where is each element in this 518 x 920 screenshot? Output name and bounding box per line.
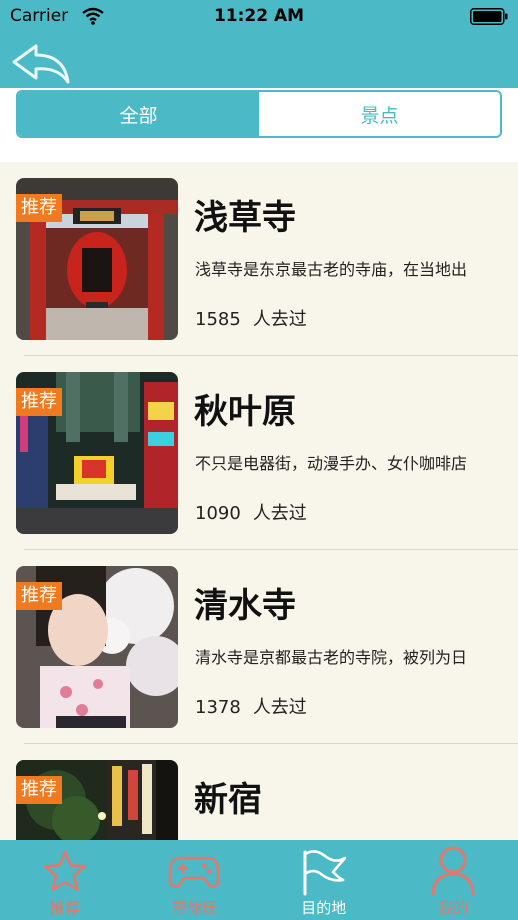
recommend-badge: 推荐 [16,776,62,804]
tab-label: 推荐 [49,899,80,917]
place-title: 秋叶原 [194,392,296,432]
flag-icon [303,850,347,896]
nav-header: Carrier 11:22 AM [0,0,518,88]
place-thumbnail: 推荐 [16,372,178,534]
place-description: 清水寺是京都最古老的寺院，被列为日 [195,648,468,667]
segment-all[interactable]: 全部 [18,92,259,136]
segmented-control: 全部 景点 [16,90,502,138]
recommend-badge: 推荐 [16,582,62,610]
back-arrow-icon[interactable] [8,40,74,88]
place-title: 浅草寺 [194,198,296,238]
clock: 11:22 AM [213,6,305,26]
visit-count: 1378 人去过 [195,693,307,719]
person-icon [431,846,475,897]
place-title: 新宿 [194,780,262,820]
place-title: 清水寺 [194,586,296,626]
star-icon [43,850,86,892]
visit-number: 1090 [195,503,241,524]
place-description: 浅草寺是东京最古老的寺庙，在当地出 [195,260,468,279]
list-item[interactable]: 推荐 浅草寺 浅草寺是东京最古老的寺庙，在当地出 1585 人去过 [0,162,518,356]
visit-count: 1090 人去过 [195,499,307,525]
visit-suffix: 人去过 [252,503,307,524]
place-description: 不只是电器街，动漫手办、女仆咖啡店 [195,454,468,473]
place-thumbnail: 推荐 [16,566,178,728]
visit-number: 1378 [195,697,241,718]
gamepad-icon [168,856,220,888]
visit-count: 1585 人去过 [195,305,307,331]
place-thumbnail: 推荐 [16,760,178,840]
tab-destination[interactable]: 目的地 [259,840,389,920]
tab-label: 带你玩 [171,899,217,917]
recommend-badge: 推荐 [16,388,62,416]
battery-icon [470,8,508,25]
list-item[interactable]: 推荐 新宿 [0,744,518,840]
place-thumbnail: 推荐 [16,178,178,340]
tab-recommend[interactable]: 推荐 [0,840,130,920]
segment-bar: 全部 景点 [0,88,518,162]
recommend-badge: 推荐 [16,194,62,222]
visit-number: 1585 [195,309,241,330]
destination-list: 推荐 浅草寺 浅草寺是东京最古老的寺庙，在当地出 1585 人去过 推荐 秋叶原… [0,162,518,840]
segment-attractions[interactable]: 景点 [259,92,500,136]
tab-bar: 推荐 带你玩 目的地 我的 [0,840,518,920]
tab-label: 我的 [438,899,469,917]
list-item[interactable]: 推荐 清水寺 清水寺是京都最古老的寺院，被列为日 1378 人去过 [0,550,518,744]
tab-mine[interactable]: 我的 [389,840,518,920]
visit-suffix: 人去过 [252,309,307,330]
status-bar: Carrier 11:22 AM [0,0,518,34]
tab-label: 目的地 [301,899,347,917]
visit-suffix: 人去过 [252,697,307,718]
tab-play[interactable]: 带你玩 [130,840,260,920]
list-item[interactable]: 推荐 秋叶原 不只是电器街，动漫手办、女仆咖啡店 1090 人去过 [0,356,518,550]
